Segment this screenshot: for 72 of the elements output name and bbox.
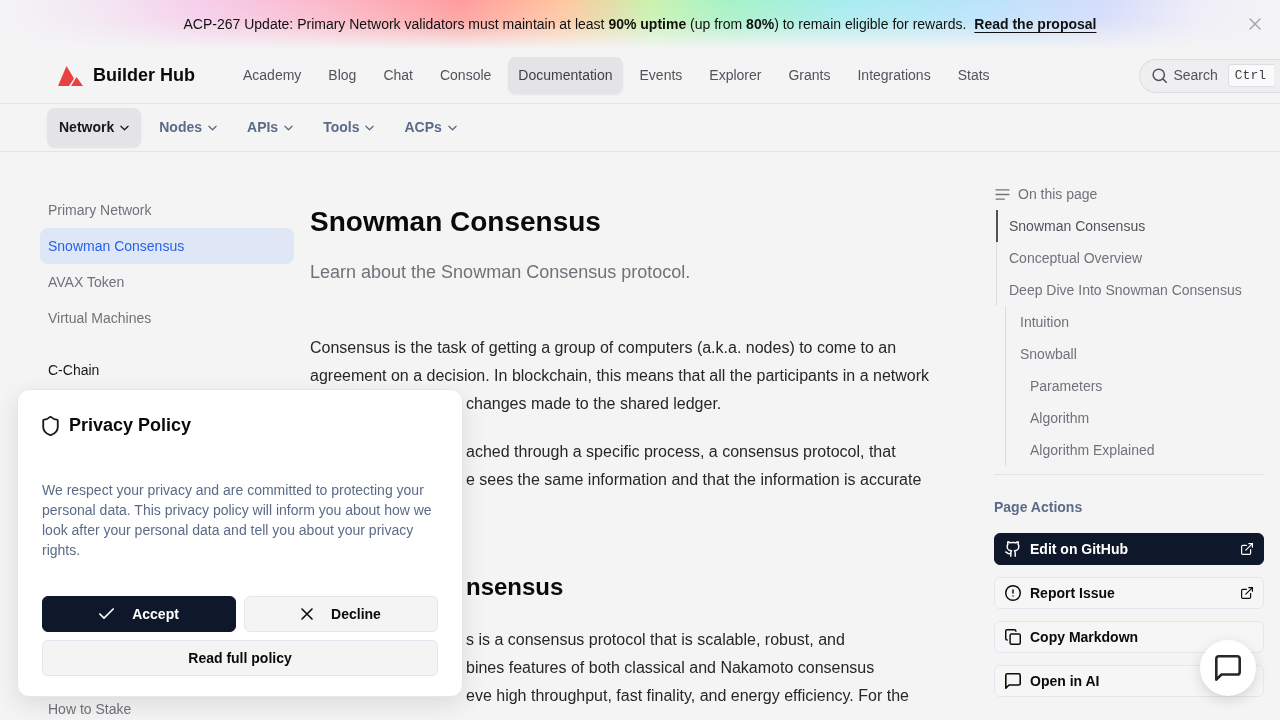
announcement-text: ACP-267 Update: Primary Network validators must maintain at least 90% uptime (up from 80%) to remain eligible for rewards. (183, 14, 967, 34)
nav-link[interactable]: Grants (778, 57, 841, 94)
exclamation-circle-icon (1005, 585, 1021, 601)
toc-link[interactable]: Parameters (1005, 370, 1264, 402)
section-label: Page Actions (994, 498, 1084, 517)
nav-link[interactable]: Integrations (847, 57, 941, 94)
toc-link[interactable]: Deep Dive Into Snowman Consensus (996, 274, 1264, 306)
toc-title: On this page (1018, 184, 1098, 204)
toc-link[interactable]: Snowball (1005, 338, 1264, 370)
chevron-down-icon (208, 124, 218, 131)
sidebar-section-link[interactable]: C-Chain (40, 352, 294, 388)
chat-bubble-icon (1005, 673, 1021, 689)
proposal-link[interactable]: Read the proposal (974, 13, 1097, 35)
section-heading: nsensus (466, 572, 564, 602)
action-button[interactable]: Report Issue (994, 577, 1264, 609)
accept-button[interactable]: Accept (42, 596, 236, 632)
toc-link[interactable]: Algorithm Explained (1005, 434, 1264, 466)
shield-icon (42, 416, 59, 436)
nav-link[interactable]: Blog (318, 57, 367, 94)
toc-link[interactable]: Intuition (1005, 306, 1264, 338)
toc-link[interactable]: Algorithm (1005, 402, 1264, 434)
nav-link[interactable]: Chat (373, 57, 423, 94)
list-icon (995, 188, 1010, 200)
search-icon (1152, 68, 1168, 83)
text-line: agreement on a decision. In blockchain, this means that all the participants in a network (310, 366, 929, 386)
check-icon (99, 608, 115, 620)
x-icon (301, 608, 314, 620)
text-line: bines features of both classical and Nakamoto consensus (466, 658, 875, 678)
nav-link[interactable]: Explorer (699, 57, 772, 94)
nav-link[interactable]: Documentation (508, 57, 623, 94)
sidebar-link[interactable]: Virtual Machines (40, 300, 294, 336)
action-button[interactable]: Edit on GitHub (994, 533, 1264, 565)
sidebar-link[interactable]: Primary Network (40, 192, 294, 228)
dialog-title: Privacy Policy (69, 415, 192, 437)
toc-link[interactable]: Conceptual Overview (996, 242, 1264, 274)
chevron-down-icon (365, 124, 375, 131)
policy-button[interactable]: Read full policy (42, 640, 438, 676)
text-line: ached through a specific process, a consensus protocol, that (466, 442, 896, 462)
nav-link[interactable]: Events (629, 57, 693, 94)
page-subtitle: Learn about the Snowman Consensus protocol. (310, 261, 692, 284)
text-line: Consensus is the task of getting a group of computers (a.k.a. nodes) to come to an (310, 338, 897, 358)
sidebar-link[interactable]: AVAX Token (40, 264, 294, 300)
page-title: Snowman Consensus (310, 205, 602, 239)
nav-dropdown[interactable]: APIs (235, 108, 306, 147)
text-line: eve high throughput, fast finality, and energy efficiency. For the (466, 686, 909, 706)
toc-link[interactable]: Snowman Consensus (996, 210, 1264, 242)
decline-button[interactable]: Decline (244, 596, 438, 632)
text-line: s is a consensus protocol that is scalable, robust, and (466, 630, 845, 650)
nav-dropdown[interactable]: Nodes (147, 108, 230, 147)
dialog-text: We respect your privacy and are committed to protecting your personal data. This privacy policy will inform you about how we look after your personal data and tell you about your privacy rights. (42, 481, 433, 560)
search-button[interactable]: Search Ctrl (1139, 58, 1280, 93)
sidebar-link[interactable]: Snowman Consensus (40, 228, 294, 264)
chevron-down-icon (447, 124, 457, 131)
nav-dropdown[interactable]: Network (47, 108, 142, 147)
nav-link[interactable]: Console (429, 57, 502, 94)
github-icon (1005, 541, 1021, 557)
logo-icon (58, 65, 83, 86)
chevron-down-icon (284, 124, 294, 131)
text-line: e sees the same information and that the information is accurate (466, 470, 922, 490)
nav-link[interactable]: Academy (233, 57, 312, 94)
action-button[interactable]: Copy Markdown (994, 621, 1264, 653)
text-line: changes made to the shared ledger. (466, 394, 722, 414)
nav-dropdown[interactable]: ACPs (392, 108, 469, 147)
close-icon (1249, 18, 1261, 30)
brand-link[interactable]: Builder Hub (58, 62, 195, 89)
nav-link[interactable]: Stats (947, 57, 1000, 94)
sidebar-link[interactable]: How to Stake (40, 699, 294, 719)
chevron-down-icon (120, 124, 130, 131)
shortcut-key: Ctrl (1227, 63, 1274, 88)
nav-dropdown[interactable]: Tools (311, 108, 387, 147)
copy-icon (1005, 629, 1021, 645)
chat-bubble-icon (1215, 655, 1241, 681)
